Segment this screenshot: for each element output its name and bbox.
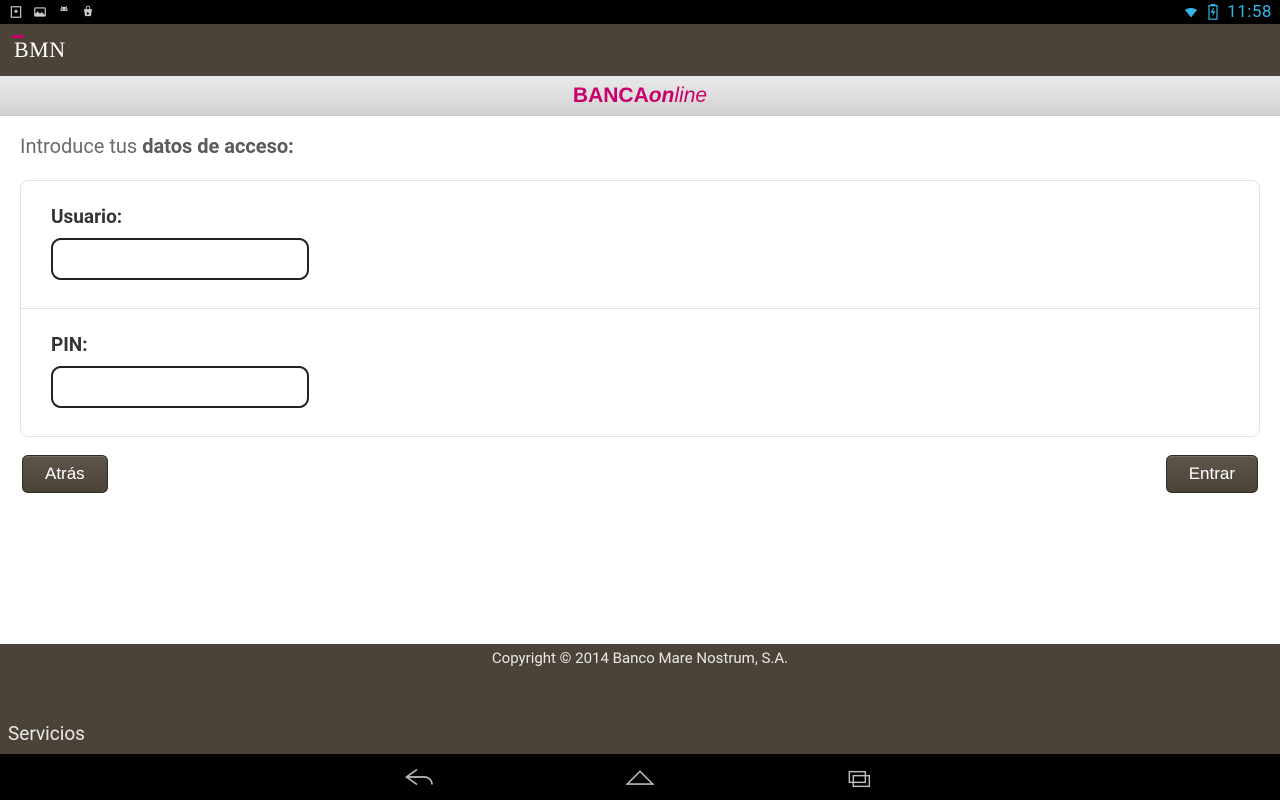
app-logo: BMN <box>14 37 66 63</box>
recent-apps-icon[interactable] <box>840 762 880 792</box>
app-header: BMN <box>0 24 1280 76</box>
button-row: Atrás Entrar <box>20 455 1260 493</box>
services-row[interactable]: Servicios <box>0 714 1280 754</box>
services-label: Servicios <box>8 722 85 745</box>
intro-text: Introduce tus datos de acceso: <box>20 134 1260 158</box>
home-icon[interactable] <box>620 762 660 792</box>
back-icon[interactable] <box>400 762 440 792</box>
status-bar: 11:58 <box>0 0 1280 24</box>
banner-line: line <box>674 84 707 107</box>
user-input[interactable] <box>51 238 309 280</box>
intro-prefix: Introduce tus <box>20 134 142 158</box>
download-icon <box>8 4 24 20</box>
pin-input[interactable] <box>51 366 309 408</box>
user-label: Usuario: <box>51 205 1229 228</box>
login-form: Usuario: PIN: <box>20 180 1260 437</box>
banner-brand: BANCAonline <box>573 84 707 108</box>
wifi-icon <box>1183 4 1199 20</box>
android-icon <box>56 4 72 20</box>
nav-bar <box>0 754 1280 800</box>
play-store-icon <box>80 4 96 20</box>
pin-label: PIN: <box>51 333 1229 356</box>
footer-copyright: Copyright © 2014 Banco Mare Nostrum, S.A… <box>0 644 1280 672</box>
banner-on: on <box>649 84 675 107</box>
intro-bold: datos de acceso: <box>142 134 294 158</box>
banner: BANCAonline <box>0 76 1280 116</box>
image-icon <box>32 4 48 20</box>
back-button[interactable]: Atrás <box>22 455 108 493</box>
footer-spacer <box>0 672 1280 714</box>
user-row: Usuario: <box>21 181 1259 308</box>
banner-prefix: BANCA <box>573 84 649 107</box>
battery-charging-icon <box>1205 4 1221 20</box>
pin-row: PIN: <box>21 308 1259 436</box>
enter-button[interactable]: Entrar <box>1166 455 1258 493</box>
main-content: Introduce tus datos de acceso: Usuario: … <box>0 116 1280 644</box>
status-clock: 11:58 <box>1227 2 1272 22</box>
